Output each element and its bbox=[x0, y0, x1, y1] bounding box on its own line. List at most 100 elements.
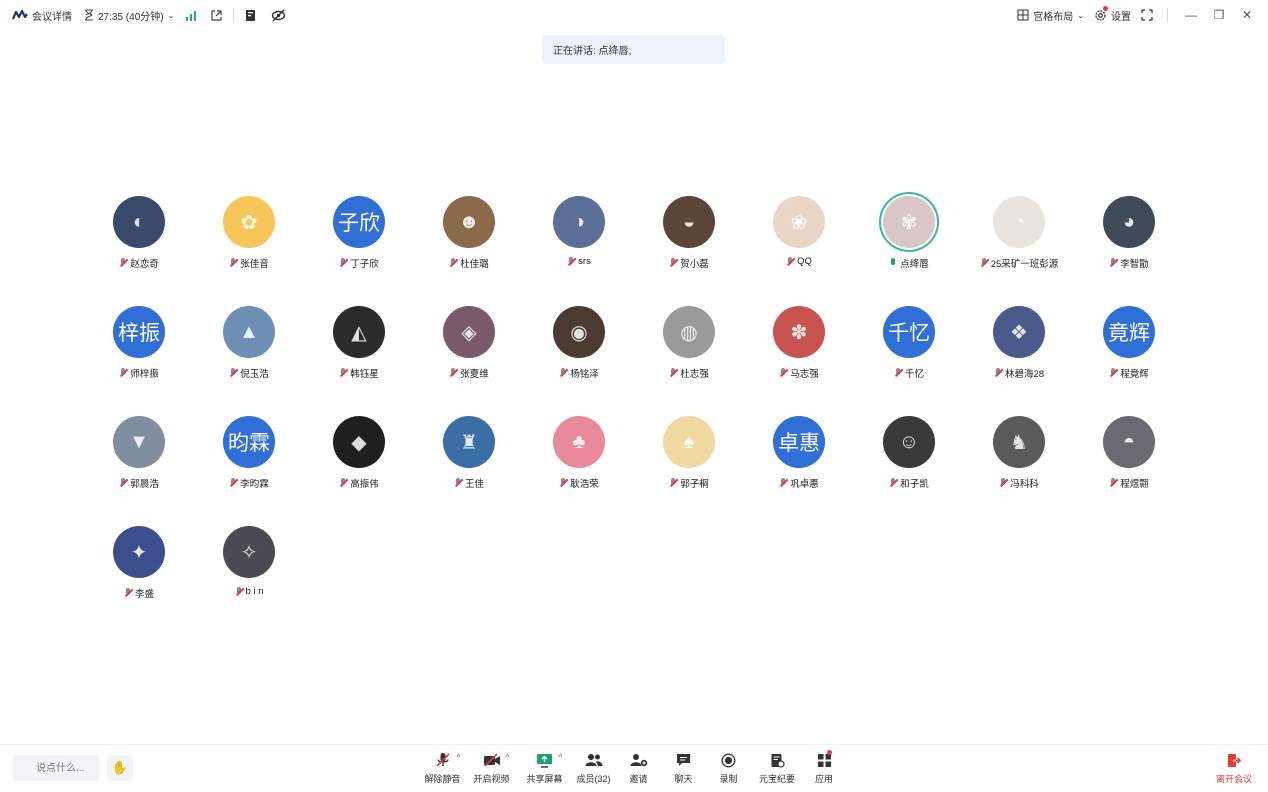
raise-hand-button[interactable]: ✋ bbox=[107, 755, 133, 781]
participant-tile[interactable]: 千忆 千忆 bbox=[854, 300, 964, 410]
speaking-text: 正在讲话: 点绛唇; bbox=[553, 46, 632, 57]
close-button[interactable]: ✕ bbox=[1238, 8, 1256, 22]
participant-tile[interactable]: ◍ 杜志强 bbox=[634, 300, 744, 410]
mic-muted-icon bbox=[119, 258, 129, 268]
leave-meeting-button[interactable]: 离开会议 bbox=[1216, 751, 1252, 785]
invite-button[interactable]: 邀请 bbox=[616, 751, 661, 785]
participant-tile[interactable]: 子欣 丁子欣 bbox=[304, 190, 414, 300]
minutes-icon bbox=[766, 751, 788, 769]
chat-button[interactable]: 聊天 bbox=[661, 751, 706, 785]
mic-muted-icon bbox=[779, 478, 789, 488]
participant-name-row: 程煜翾 bbox=[1109, 476, 1149, 490]
avatar-photo-icon: ◍ bbox=[680, 321, 698, 344]
participant-tile[interactable]: ◔ 25采矿一班彭源 bbox=[964, 190, 1074, 300]
participant-tile[interactable]: ✿ 张佳音 bbox=[194, 190, 304, 300]
avatar-photo-icon: ✿ bbox=[240, 211, 258, 234]
participant-tile[interactable]: 卓惠 巩卓惠 bbox=[744, 410, 854, 520]
chevron-up-icon[interactable]: ^ bbox=[506, 753, 510, 762]
mic-muted-icon bbox=[124, 588, 134, 598]
participant-tile[interactable]: ♜ 王佳 bbox=[414, 410, 524, 520]
participant-grid: ◐ 赵恋奇 ✿ 张佳音 子欣 丁子欣 ☻ 杜佳璐 ◑ srs ◒ 贺小磊 ❀ QQ ✾ 点绛唇 ◔ 25采矿一班彭… bbox=[84, 190, 1184, 630]
participant-tile[interactable]: ☺ 和子凯 bbox=[854, 410, 964, 520]
participant-tile[interactable]: 昀霖李昀霖 bbox=[194, 410, 304, 520]
avatar-photo-icon: ♣ bbox=[572, 430, 586, 453]
share-screen-button[interactable]: ^ 共享屏幕 bbox=[518, 751, 571, 785]
participant-tile[interactable]: 梓振 师梓振 bbox=[84, 300, 194, 410]
participant-tile[interactable]: ✾ 点绛唇 bbox=[854, 190, 964, 300]
participant-tile[interactable]: ♞ 冯科科 bbox=[964, 410, 1074, 520]
minutes-button[interactable]: 元宝纪要 bbox=[751, 751, 803, 785]
control-label: 开启视频 bbox=[473, 774, 510, 784]
notes-icon[interactable] bbox=[244, 9, 257, 22]
participant-name-row: 韩钰星 bbox=[339, 366, 379, 380]
hourglass-icon bbox=[85, 9, 93, 21]
mic-muted-icon bbox=[1109, 478, 1119, 488]
avatar-photo-icon: ✾ bbox=[900, 211, 918, 234]
video-off-button[interactable]: ^ 开启视频 bbox=[465, 751, 518, 785]
minimize-button[interactable]: — bbox=[1182, 8, 1200, 22]
layout-button[interactable]: 宫格布局 ⌄ bbox=[1017, 8, 1084, 23]
avatar: ◑ bbox=[553, 196, 605, 248]
meeting-details-button[interactable]: 会议详情 bbox=[12, 8, 72, 23]
mic-muted-icon bbox=[1109, 368, 1119, 378]
mic-muted-icon bbox=[229, 368, 239, 378]
avatar: 昀霖 bbox=[223, 416, 275, 468]
participant-name: 张夏维 bbox=[460, 369, 489, 380]
participant-tile[interactable]: ❀ QQ bbox=[744, 190, 854, 300]
avatar: ♣ bbox=[553, 416, 605, 468]
participant-name-row: 巩卓惠 bbox=[779, 476, 819, 490]
participant-tile[interactable]: ◑ srs bbox=[524, 190, 634, 300]
settings-button[interactable]: 设置 bbox=[1094, 5, 1131, 23]
avatar-photo-icon: ◕ bbox=[1122, 210, 1136, 233]
hide-icon[interactable] bbox=[271, 9, 286, 22]
participant-tile[interactable]: ♠ 郭子桐 bbox=[634, 410, 744, 520]
fullscreen-icon[interactable] bbox=[1141, 9, 1153, 21]
participant-name: 高振伟 bbox=[350, 479, 379, 490]
participant-tile[interactable]: ▼ 郭晨浩 bbox=[84, 410, 194, 520]
avatar: ♞ bbox=[993, 416, 1045, 468]
mic-muted-icon bbox=[454, 478, 464, 488]
signal-strength-icon[interactable] bbox=[186, 9, 197, 21]
avatar-photo-icon: ▼ bbox=[129, 430, 149, 453]
avatar-photo-icon: ◈ bbox=[461, 321, 477, 344]
members-button[interactable]: 成员(32) bbox=[571, 751, 616, 785]
participant-tile[interactable]: ✦ 李盛 bbox=[84, 520, 194, 630]
participant-tile[interactable]: ▲ 倪玉浩 bbox=[194, 300, 304, 410]
participant-tile[interactable]: ◓ 程煜翾 bbox=[1074, 410, 1184, 520]
participant-name: 程煜翾 bbox=[1120, 479, 1149, 490]
avatar-photo-icon: ♠ bbox=[683, 430, 695, 453]
mic-off-button[interactable]: ^ 解除静音 bbox=[420, 751, 465, 785]
apps-button[interactable]: 应用 bbox=[803, 750, 845, 785]
participant-tile[interactable]: ◒ 贺小磊 bbox=[634, 190, 744, 300]
participant-tile[interactable]: ◆ 高振伟 bbox=[304, 410, 414, 520]
participant-tile[interactable]: ✧ b i n bbox=[194, 520, 304, 630]
chevron-up-icon[interactable]: ^ bbox=[559, 753, 563, 762]
participant-tile[interactable]: ◭ 韩钰星 bbox=[304, 300, 414, 410]
participant-tile[interactable]: ❖ 林碧海28 bbox=[964, 300, 1074, 410]
say-something-input[interactable] bbox=[12, 755, 100, 781]
participant-tile[interactable]: ☻ 杜佳璐 bbox=[414, 190, 524, 300]
participant-name: 林碧海28 bbox=[1004, 369, 1045, 380]
avatar: ❀ bbox=[773, 196, 825, 248]
participant-tile[interactable]: 竟辉 程竟辉 bbox=[1074, 300, 1184, 410]
participant-tile[interactable]: ◉ 杨铭泽 bbox=[524, 300, 634, 410]
restore-button[interactable]: ❐ bbox=[1210, 8, 1228, 22]
participant-name-row: 耿浩荣 bbox=[559, 476, 599, 490]
participant-name-row: 冯科科 bbox=[999, 476, 1039, 490]
participant-tile[interactable]: ◐ 赵恋奇 bbox=[84, 190, 194, 300]
avatar: ▼ bbox=[113, 416, 165, 468]
avatar: ◒ bbox=[663, 196, 715, 248]
participant-name: 李昀霖 bbox=[240, 479, 269, 490]
participant-tile[interactable]: ♣ 耿浩荣 bbox=[524, 410, 634, 520]
chevron-up-icon[interactable]: ^ bbox=[457, 753, 461, 762]
record-button[interactable]: 录制 bbox=[706, 751, 751, 785]
participant-name-row: 倪玉浩 bbox=[229, 366, 269, 380]
chat-icon bbox=[673, 751, 695, 769]
meeting-details-label: 会议详情 bbox=[32, 11, 72, 23]
participant-tile[interactable]: ◈ 张夏维 bbox=[414, 300, 524, 410]
participant-tile[interactable]: ✽ 马志强 bbox=[744, 300, 854, 410]
participant-tile[interactable]: ◕ 李智勖 bbox=[1074, 190, 1184, 300]
meeting-window: 会议详情 27:35 (40分钟) ⌄ 宫格布局 ⌄ 设置 — ❐ ✕ 正在讲话… bbox=[0, 0, 1268, 792]
timer[interactable]: 27:35 (40分钟) ⌄ bbox=[84, 8, 174, 23]
pop-out-icon[interactable] bbox=[210, 9, 223, 22]
